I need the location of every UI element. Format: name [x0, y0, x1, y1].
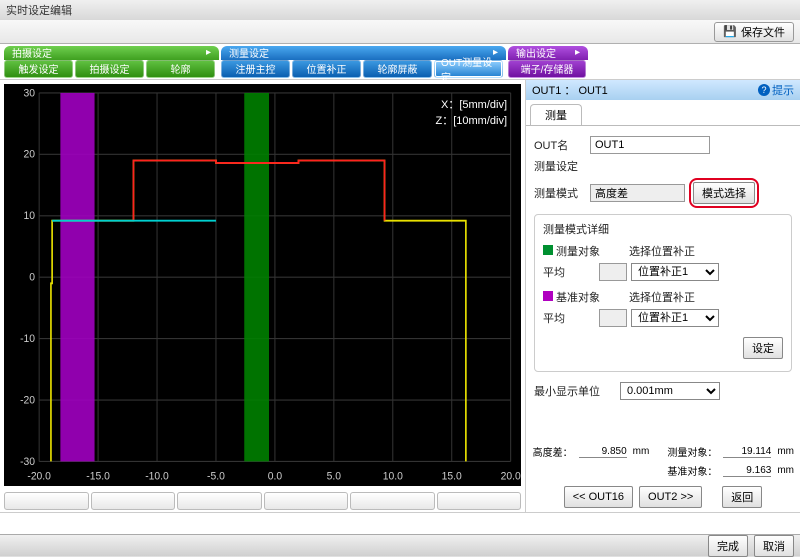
out-nav-row: << OUT16 OUT2 >> 返回 [526, 482, 800, 512]
meas-setting-heading: 测量设定 [534, 158, 792, 174]
settings-pane: OUT1 ： OUT1 ? 提示 测量 OUT名 测量设定 测量模式 模式选择 … [525, 80, 800, 512]
svg-text:0.0: 0.0 [268, 470, 282, 482]
z-div-label: Z：[10mm/div] [435, 112, 507, 128]
avg-label-2: 平均 [543, 310, 595, 326]
help-icon: ? [758, 84, 770, 96]
meas-target-res-value: 19.114 [723, 446, 771, 458]
svg-text:-30: -30 [20, 455, 35, 467]
x-div-label: X：[5mm/div] [441, 96, 507, 112]
measure-mode-detail-group: 测量模式详细 测量对象 选择位置补正 平均 位置补正1 基准对象 选择位置补正 … [534, 214, 792, 372]
svg-text:-15.0: -15.0 [86, 470, 110, 482]
svg-text:20: 20 [24, 148, 36, 160]
tab-terminal-storage[interactable]: 端子/存储器 [508, 60, 586, 78]
tab-register-master[interactable]: 注册主控 [221, 60, 290, 78]
window-title: 实时设定编辑 [6, 2, 72, 18]
finish-button[interactable]: 完成 [708, 535, 748, 557]
chart-btn-6[interactable] [437, 492, 522, 510]
min-unit-label: 最小显示单位 [534, 383, 616, 399]
back-button[interactable]: 返回 [722, 486, 762, 508]
height-diff-label: 高度差： [533, 444, 573, 459]
chart-buttons-row [0, 490, 525, 512]
svg-text:10.0: 10.0 [383, 470, 403, 482]
chart-btn-4[interactable] [264, 492, 349, 510]
profile-chart[interactable]: -20.0 -15.0 -10.0 -5.0 0.0 5.0 10.0 15.0 20.0 -30… [4, 84, 521, 486]
results-row: 高度差： 9.850 mm 测量对象： 19.114 mm [526, 440, 800, 463]
meas-mode-label: 测量模式 [534, 185, 586, 201]
save-file-label: 保存文件 [741, 24, 785, 40]
min-unit-select[interactable]: 0.001mm [620, 382, 720, 400]
step-bar [0, 512, 800, 534]
footer: 完成 取消 [0, 534, 800, 556]
chart-pane: -20.0 -15.0 -10.0 -5.0 0.0 5.0 10.0 15.0 20.0 -30… [0, 80, 525, 512]
svg-text:-20: -20 [20, 394, 35, 406]
output-group-header[interactable]: 输出设定 ▸ [508, 46, 588, 60]
select-poscorr-label-2: 选择位置补正 [629, 289, 695, 305]
tab-out-measure-setting[interactable]: OUT测量设定 [434, 60, 503, 78]
ref-target-res-value: 9.163 [723, 465, 771, 477]
out-name-label: OUT名 [534, 137, 586, 153]
tab-position-correct[interactable]: 位置补正 [292, 60, 361, 78]
save-file-button[interactable]: 💾 保存文件 [714, 22, 794, 42]
detail-title: 测量模式详细 [543, 221, 783, 237]
tab-profile-mask[interactable]: 轮廓屏蔽 [363, 60, 432, 78]
prev-out-button[interactable]: << OUT16 [564, 486, 633, 508]
meas-avg-input[interactable] [599, 263, 627, 281]
svg-text:15.0: 15.0 [442, 470, 462, 482]
meas-mode-value [590, 184, 685, 202]
ref-target-label: 基准对象 [543, 289, 625, 305]
capture-group-header[interactable]: 拍摄设定 ▸ [4, 46, 219, 60]
mode-select-button[interactable]: 模式选择 [693, 182, 755, 204]
svg-text:20.0: 20.0 [501, 470, 521, 482]
chart-btn-1[interactable] [4, 492, 89, 510]
meas-poscorr-select[interactable]: 位置补正1 [631, 263, 719, 281]
ref-avg-input[interactable] [599, 309, 627, 327]
cancel-button[interactable]: 取消 [754, 535, 794, 557]
svg-text:30: 30 [24, 87, 36, 99]
svg-text:-10: -10 [20, 333, 35, 345]
tab-profile[interactable]: 轮廓 [146, 60, 215, 78]
svg-text:5.0: 5.0 [327, 470, 341, 482]
next-out-button[interactable]: OUT2 >> [639, 486, 702, 508]
ref-poscorr-select[interactable]: 位置补正1 [631, 309, 719, 327]
window-titlebar: 实时设定编辑 [0, 0, 800, 20]
out-name-input[interactable] [590, 136, 710, 154]
select-poscorr-label-1: 选择位置补正 [629, 243, 695, 259]
ref-target-res-label: 基准对象： [667, 463, 717, 478]
chart-btn-3[interactable] [177, 492, 262, 510]
height-diff-value: 9.850 [579, 446, 627, 458]
chart-btn-5[interactable] [350, 492, 435, 510]
toolbar: 💾 保存文件 [0, 20, 800, 44]
meas-target-label: 测量对象 [543, 243, 625, 259]
set-button[interactable]: 设定 [743, 337, 783, 359]
out-title: OUT1 ： OUT1 [532, 82, 608, 98]
category-tabs: 拍摄设定 ▸ 触发设定 拍摄设定 轮廓 测量设定 ▸ 注册主控 位置补正 轮廓屏… [0, 44, 800, 80]
svg-text:10: 10 [24, 210, 36, 222]
mode-select-highlight: 模式选择 [689, 178, 759, 208]
results-row-2: 基准对象： 9.163 mm [526, 463, 800, 482]
svg-text:-10.0: -10.0 [145, 470, 169, 482]
tab-measure-panel[interactable]: 测量 [530, 104, 582, 125]
meas-target-res-label: 测量对象： [667, 444, 717, 459]
svg-text:-20.0: -20.0 [27, 470, 51, 482]
tab-trigger-setting[interactable]: 触发设定 [4, 60, 73, 78]
hint-button[interactable]: ? 提示 [758, 82, 794, 98]
svg-text:-5.0: -5.0 [207, 470, 225, 482]
chart-btn-2[interactable] [91, 492, 176, 510]
tab-capture-setting[interactable]: 拍摄设定 [75, 60, 144, 78]
svg-text:0: 0 [29, 271, 35, 283]
save-icon: 💾 [723, 25, 737, 38]
avg-label-1: 平均 [543, 264, 595, 280]
